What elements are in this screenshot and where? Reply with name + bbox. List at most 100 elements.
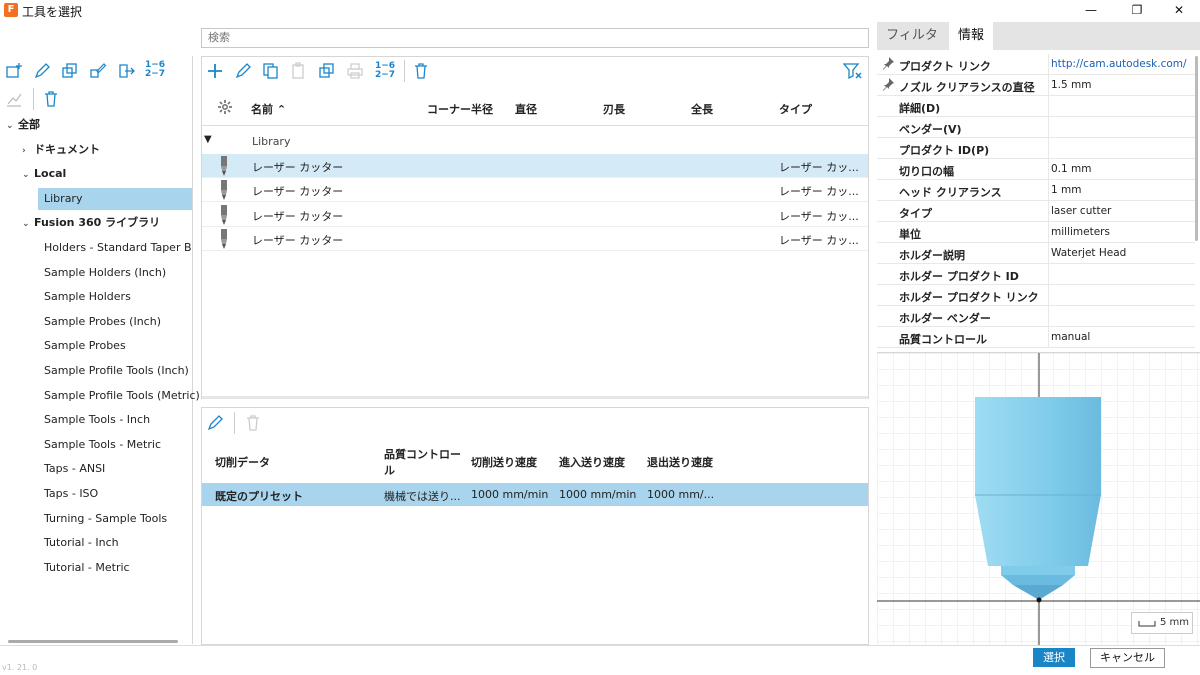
property-row[interactable]: タイプ laser cutter [877, 201, 1195, 222]
delete-icon[interactable] [40, 88, 62, 110]
product-link[interactable]: http://cam.autodesk.com/ [1051, 58, 1187, 70]
tool-horizontal-scrollbar[interactable] [202, 396, 868, 399]
delete-tool-icon[interactable] [410, 60, 432, 82]
laser-cutter-icon [221, 205, 227, 225]
property-row[interactable]: 詳細(D) [877, 96, 1195, 117]
tree-item-label: Fusion 360 ライブラリ [34, 216, 161, 229]
tool-row[interactable]: レーザー カッター レーザー カッ... [202, 203, 868, 227]
edit-preset-icon[interactable] [204, 412, 226, 434]
export-icon[interactable] [115, 60, 137, 82]
rename-icon[interactable] [87, 60, 109, 82]
chevron-down-icon[interactable]: ⌄ [22, 164, 34, 186]
property-row[interactable]: ヘッド クリアランス 1 mm [877, 180, 1195, 201]
property-row[interactable]: プロダクト ID(P) [877, 138, 1195, 159]
close-button[interactable]: ✕ [1164, 0, 1194, 20]
tool-row[interactable]: レーザー カッター レーザー カッ... [202, 178, 868, 202]
chevron-down-icon[interactable]: ⌄ [6, 115, 18, 137]
tool-name: レーザー カッター [252, 161, 344, 174]
select-button[interactable]: 選択 [1033, 648, 1075, 667]
column-header-flute-length[interactable]: 刃長 [603, 101, 625, 117]
duplicate-icon[interactable] [59, 60, 81, 82]
property-row[interactable]: プロダクト リンク http://cam.autodesk.com/ [877, 54, 1195, 75]
pin-icon[interactable] [881, 56, 895, 70]
column-header-diameter[interactable]: 直径 [515, 101, 537, 117]
renumber-tools-icon[interactable]: 1−6 2−7 [375, 62, 395, 80]
edit-icon[interactable] [31, 60, 53, 82]
column-header-lead-in-feed[interactable]: 進入送り速度 [559, 454, 625, 470]
tool-row[interactable]: レーザー カッター レーザー カッ... [202, 154, 868, 178]
tree-item-fusion[interactable]: Sample Tools - Metric [44, 434, 161, 456]
add-tool-icon[interactable] [204, 60, 226, 82]
property-row[interactable]: ホルダー説明 Waterjet Head [877, 243, 1195, 264]
tree-item-documents[interactable]: › ドキュメント [22, 139, 100, 161]
column-header-type[interactable]: タイプ [779, 101, 812, 117]
property-row[interactable]: 品質コントロール manual [877, 327, 1195, 348]
preset-row[interactable]: 既定のプリセット 機械では送り... 1000 mm/min 1000 mm/m… [202, 483, 868, 506]
column-header-name[interactable]: 名前 ⌃ [251, 101, 286, 117]
tab-info[interactable]: 情報 [949, 22, 993, 50]
search-input[interactable] [201, 28, 869, 48]
tree-item-library[interactable]: Library [38, 188, 192, 210]
clear-filter-icon[interactable] [842, 60, 864, 82]
property-label: ノズル クリアランスの直径 [899, 81, 1035, 94]
tree-item-fusion[interactable]: Sample Profile Tools (Inch) [44, 360, 189, 382]
property-row[interactable]: ホルダー プロダクト ID [877, 264, 1195, 285]
property-row[interactable]: ホルダー ベンダー [877, 306, 1195, 327]
minimize-button[interactable]: — [1076, 0, 1106, 20]
tree-item-fusion[interactable]: Taps - ISO [44, 483, 98, 505]
property-row[interactable]: ホルダー プロダクト リンク [877, 285, 1195, 306]
property-divider [1048, 285, 1049, 306]
tree-horizontal-scrollbar[interactable] [8, 640, 178, 643]
property-value: 1 mm [1051, 184, 1082, 196]
tree-item-fusion[interactable]: Sample Probes (Inch) [44, 311, 161, 333]
property-row[interactable]: ベンダー(V) [877, 117, 1195, 138]
property-row[interactable]: 切り口の幅 0.1 mm [877, 159, 1195, 180]
renumber-icon[interactable]: 1−6 2−7 [145, 61, 165, 79]
tree-item-fusion-library[interactable]: ⌄ Fusion 360 ライブラリ [22, 212, 160, 234]
property-row[interactable]: ノズル クリアランスの直径 1.5 mm [877, 75, 1195, 96]
right-tab-bar: フィルタ 情報 [877, 22, 1200, 50]
copy-tool-icon[interactable] [260, 60, 282, 82]
cancel-button[interactable]: キャンセル [1090, 648, 1165, 668]
toolbar-divider [404, 60, 405, 82]
property-label: 品質コントロール [899, 333, 987, 346]
pin-icon[interactable] [881, 77, 895, 91]
tree-item-fusion[interactable]: Sample Tools - Inch [44, 409, 150, 431]
tree-item-all[interactable]: ⌄ 全部 [6, 114, 40, 136]
gear-icon[interactable] [214, 96, 236, 118]
tool-group-row[interactable]: ▼ Library [202, 131, 868, 153]
tree-item-label: ドキュメント [34, 143, 100, 156]
column-header-quality-line1[interactable]: 品質コントロー [384, 446, 461, 462]
property-row[interactable]: 単位 millimeters [877, 222, 1195, 243]
column-header-cutting-feed[interactable]: 切削送り速度 [471, 454, 537, 470]
caret-down-icon[interactable]: ▼ [204, 134, 212, 145]
chevron-right-icon[interactable]: › [22, 140, 34, 162]
tree-item-fusion[interactable]: Tutorial - Metric [44, 557, 130, 579]
column-header-lead-out-feed[interactable]: 退出送り速度 [647, 454, 713, 470]
tree-item-label: 全部 [18, 118, 40, 131]
window-title: 工具を選択 [22, 5, 83, 19]
new-library-icon[interactable] [3, 60, 25, 82]
tool-preview[interactable] [877, 352, 1200, 645]
tree-item-local[interactable]: ⌄ Local [22, 163, 66, 185]
tree-item-fusion[interactable]: Holders - Standard Taper Blan [44, 237, 192, 259]
tree-item-fusion[interactable]: Tutorial - Inch [44, 532, 119, 554]
tree-item-fusion[interactable]: Sample Probes [44, 335, 126, 357]
tab-filter[interactable]: フィルタ [877, 22, 947, 50]
duplicate-tool-icon[interactable] [316, 60, 338, 82]
chevron-down-icon[interactable]: ⌄ [22, 213, 34, 235]
restore-button[interactable]: ❐ [1122, 0, 1152, 20]
tree-item-fusion[interactable]: Sample Profile Tools (Metric) [44, 385, 200, 407]
property-label: ホルダー ベンダー [899, 312, 991, 325]
column-header-cut-data[interactable]: 切削データ [215, 454, 270, 470]
tree-item-fusion[interactable]: Taps - ANSI [44, 458, 105, 480]
tree-item-fusion[interactable]: Turning - Sample Tools [44, 508, 167, 530]
edit-tool-icon[interactable] [232, 60, 254, 82]
tree-item-fusion[interactable]: Sample Holders [44, 286, 131, 308]
tree-item-fusion[interactable]: Sample Holders (Inch) [44, 262, 166, 284]
preset-table-header: 切削データ 品質コントロー ル 切削送り速度 進入送り速度 退出送り速度 [202, 438, 868, 482]
column-header-corner-radius[interactable]: コーナー半径 [427, 101, 493, 117]
tool-row[interactable]: レーザー カッター レーザー カッ... [202, 227, 868, 251]
property-vertical-scrollbar[interactable] [1195, 56, 1198, 241]
column-header-overall-length[interactable]: 全長 [691, 101, 713, 117]
